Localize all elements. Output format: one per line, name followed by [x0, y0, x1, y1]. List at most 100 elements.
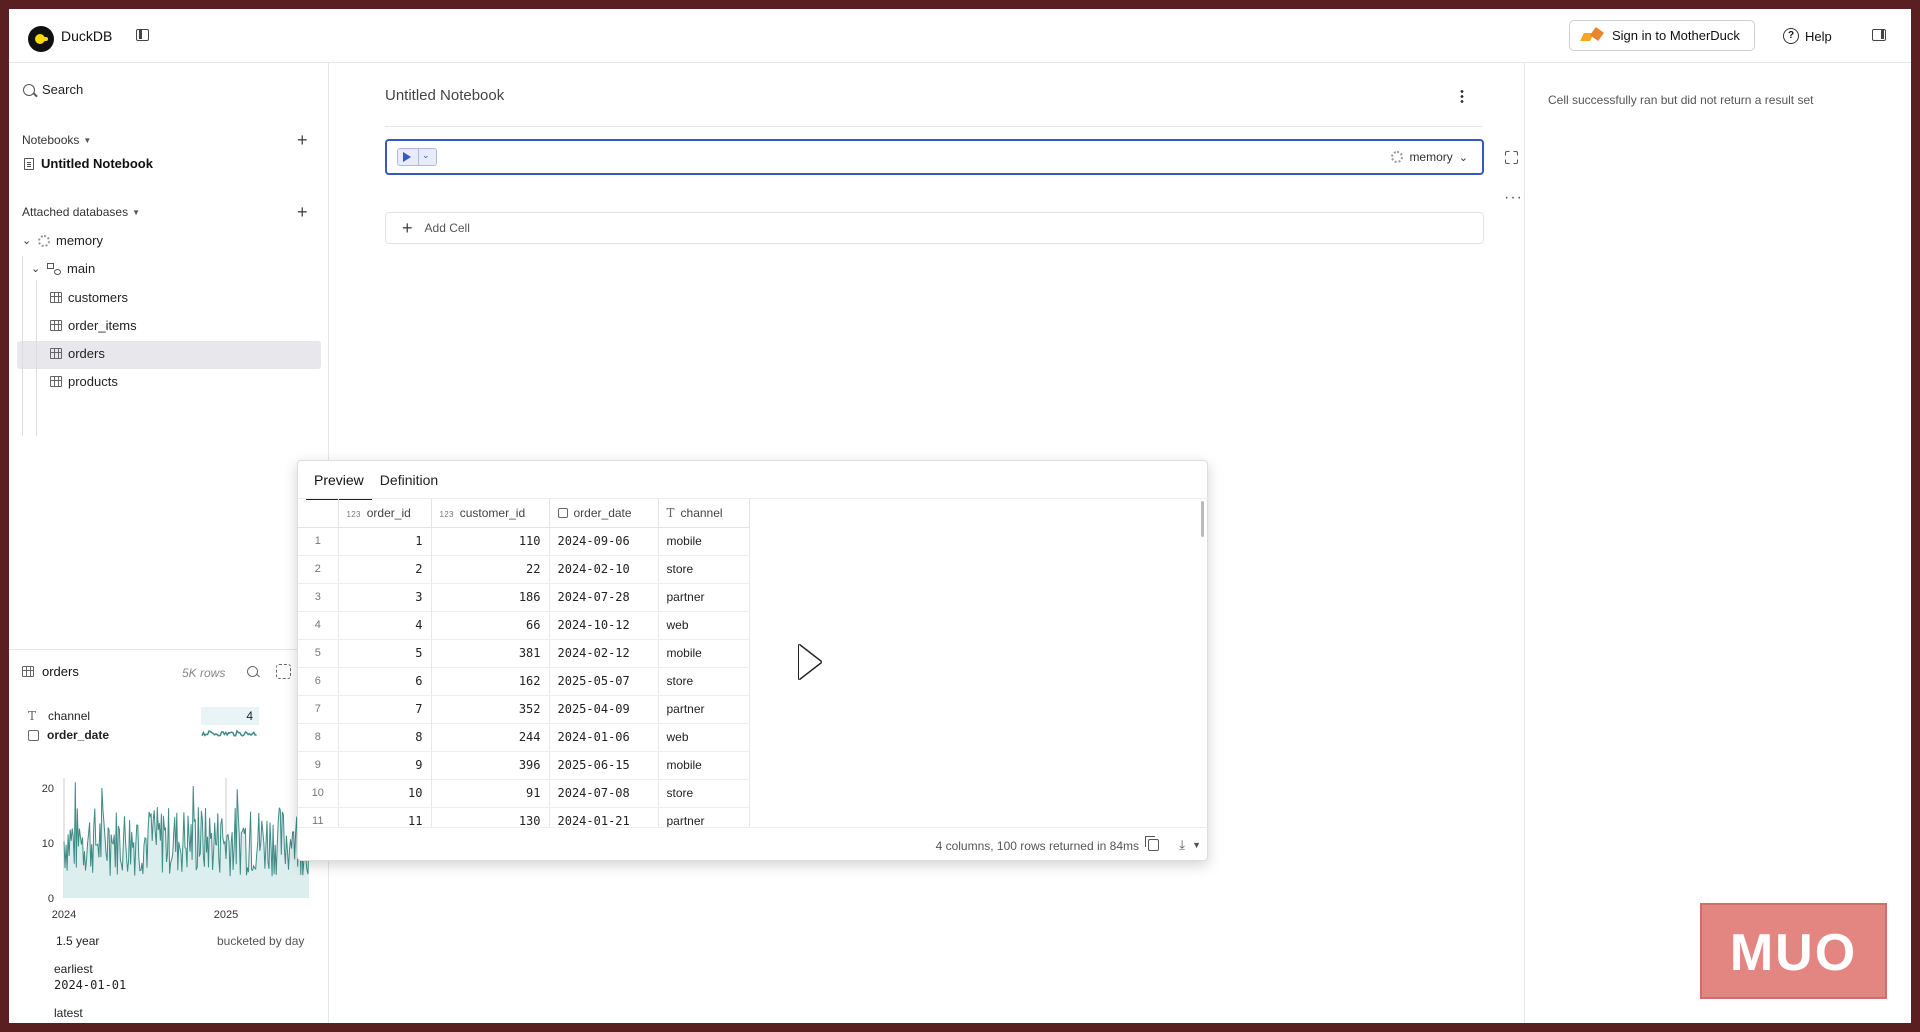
chevron-down-icon[interactable]: ⌄ [22, 234, 32, 247]
cell-customer-id[interactable]: 352 [431, 695, 550, 724]
table-row[interactable]: 11 11 130 2024-01-21 partner [298, 807, 750, 827]
cell-order-id[interactable]: 2 [338, 555, 432, 584]
table-row[interactable]: 10 10 91 2024-07-08 store [298, 779, 750, 808]
chevron-down-icon[interactable]: ⌄ [31, 262, 41, 275]
cell-channel[interactable]: partner [658, 583, 750, 612]
cell-order-id[interactable]: 4 [338, 611, 432, 640]
cell-order-date[interactable]: 2024-02-12 [549, 639, 659, 668]
muo-watermark-logo: MUO [1700, 903, 1887, 999]
sql-cell-editor[interactable]: ⌄ memory ⌄ [385, 139, 1484, 175]
cell-channel[interactable]: store [658, 555, 750, 584]
cell-order-id[interactable]: 11 [338, 807, 432, 827]
tree-item-products[interactable]: products [50, 374, 118, 389]
cell-order-id[interactable]: 8 [338, 723, 432, 752]
chevron-down-icon[interactable]: ▼ [1192, 840, 1201, 850]
cell-customer-id[interactable]: 186 [431, 583, 550, 612]
run-cell-button[interactable]: ⌄ [397, 148, 437, 166]
cell-order-id[interactable]: 7 [338, 695, 432, 724]
cell-order-date[interactable]: 2025-05-07 [549, 667, 659, 696]
search-icon[interactable] [247, 666, 258, 677]
attached-databases-header[interactable]: Attached databases ▼ [22, 205, 140, 219]
cell-order-date[interactable]: 2024-01-06 [549, 723, 659, 752]
cell-order-date[interactable]: 2024-10-12 [549, 611, 659, 640]
cell-order-date[interactable]: 2024-07-28 [549, 583, 659, 612]
help-button[interactable]: ? Help [1783, 28, 1832, 44]
table-row[interactable]: 8 8 244 2024-01-06 web [298, 723, 750, 752]
tab-definition[interactable]: Definition [372, 470, 446, 500]
cell-customer-id[interactable]: 110 [431, 527, 550, 556]
cell-channel[interactable]: store [658, 779, 750, 808]
cell-channel[interactable]: web [658, 611, 750, 640]
table-row[interactable]: 3 3 186 2024-07-28 partner [298, 583, 750, 612]
table-row[interactable]: 6 6 162 2025-05-07 store [298, 667, 750, 696]
preview-grid[interactable]: 123 order_id 123 customer_id order_date Tc… [298, 499, 1200, 827]
tree-item-customers[interactable]: customers [50, 290, 128, 305]
download-icon[interactable]: ⤓ [1179, 837, 1185, 853]
cell-channel[interactable]: web [658, 723, 750, 752]
notebook-title[interactable]: Untitled Notebook [385, 87, 504, 104]
cell-channel[interactable]: mobile [658, 639, 750, 668]
attach-database-button[interactable]: + [297, 203, 308, 221]
cell-order-id[interactable]: 1 [338, 527, 432, 556]
focus-icon[interactable] [276, 664, 291, 679]
cell-customer-id[interactable]: 396 [431, 751, 550, 780]
x-tick-label: 2025 [214, 909, 238, 921]
chevron-down-icon[interactable]: ⌄ [422, 150, 430, 161]
more-options-icon[interactable]: ··· [1504, 189, 1523, 207]
top-bar: DuckDB Sign in to MotherDuck ? Help [9, 9, 1911, 63]
cell-database-selector[interactable]: memory ⌄ [1391, 150, 1468, 164]
cell-order-id[interactable]: 5 [338, 639, 432, 668]
cell-order-date[interactable]: 2024-02-10 [549, 555, 659, 584]
expand-icon[interactable] [1505, 151, 1518, 164]
table-row[interactable]: 4 4 66 2024-10-12 web [298, 611, 750, 640]
vertical-scrollbar[interactable] [1201, 501, 1204, 537]
cell-order-date[interactable]: 2024-07-08 [549, 779, 659, 808]
sidebar-search[interactable]: Search [23, 82, 83, 97]
sidebar-toggle-icon[interactable] [136, 29, 149, 41]
cell-customer-id[interactable]: 381 [431, 639, 550, 668]
cell-order-id[interactable]: 10 [338, 779, 432, 808]
cell-customer-id[interactable]: 66 [431, 611, 550, 640]
cell-channel[interactable]: mobile [658, 527, 750, 556]
cell-order-id[interactable]: 6 [338, 667, 432, 696]
cell-order-id[interactable]: 9 [338, 751, 432, 780]
table-row[interactable]: 9 9 396 2025-06-15 mobile [298, 751, 750, 780]
cell-customer-id[interactable]: 91 [431, 779, 550, 808]
cell-order-date[interactable]: 2025-04-09 [549, 695, 659, 724]
cell-order-date[interactable]: 2024-09-06 [549, 527, 659, 556]
column-header-order-date[interactable]: order_date [549, 499, 659, 528]
column-header-customer-id[interactable]: 123 customer_id [431, 499, 550, 528]
copy-icon[interactable] [1145, 836, 1159, 851]
cell-customer-id[interactable]: 22 [431, 555, 550, 584]
cell-channel[interactable]: store [658, 667, 750, 696]
table-row[interactable]: 2 2 22 2024-02-10 store [298, 555, 750, 584]
tab-preview[interactable]: Preview [306, 470, 372, 500]
table-row[interactable]: 5 5 381 2024-02-12 mobile [298, 639, 750, 668]
cell-customer-id[interactable]: 130 [431, 807, 550, 827]
cell-channel[interactable]: partner [658, 695, 750, 724]
cell-customer-id[interactable]: 162 [431, 667, 550, 696]
column-header-channel[interactable]: Tchannel [658, 499, 750, 528]
add-notebook-button[interactable]: + [297, 131, 308, 149]
sign-in-motherduck-button[interactable]: Sign in to MotherDuck [1569, 20, 1755, 51]
cell-order-date[interactable]: 2025-06-15 [549, 751, 659, 780]
tree-item-order-items[interactable]: order_items [50, 318, 137, 333]
cell-customer-id[interactable]: 244 [431, 723, 550, 752]
tree-item-memory[interactable]: ⌄ memory [22, 233, 103, 248]
tree-item-orders[interactable]: orders [50, 346, 105, 361]
table-row[interactable]: 7 7 352 2025-04-09 partner [298, 695, 750, 724]
summary-column-channel[interactable]: T channel [28, 709, 90, 723]
cell-channel[interactable]: mobile [658, 751, 750, 780]
column-header-order-id[interactable]: 123 order_id [338, 499, 432, 528]
right-panel-toggle-icon[interactable] [1872, 29, 1886, 41]
table-row[interactable]: 1 1 110 2024-09-06 mobile [298, 527, 750, 556]
tree-item-main[interactable]: ⌄ main [31, 261, 95, 276]
sidebar-item-untitled-notebook[interactable]: Untitled Notebook [24, 156, 153, 171]
cell-channel[interactable]: partner [658, 807, 750, 827]
cell-order-date[interactable]: 2024-01-21 [549, 807, 659, 827]
add-cell-button[interactable]: + Add Cell [385, 212, 1484, 244]
notebooks-section-header[interactable]: Notebooks ▼ [22, 133, 91, 147]
cell-order-id[interactable]: 3 [338, 583, 432, 612]
row-number: 6 [298, 667, 339, 696]
notebook-menu-icon[interactable] [1460, 89, 1464, 103]
